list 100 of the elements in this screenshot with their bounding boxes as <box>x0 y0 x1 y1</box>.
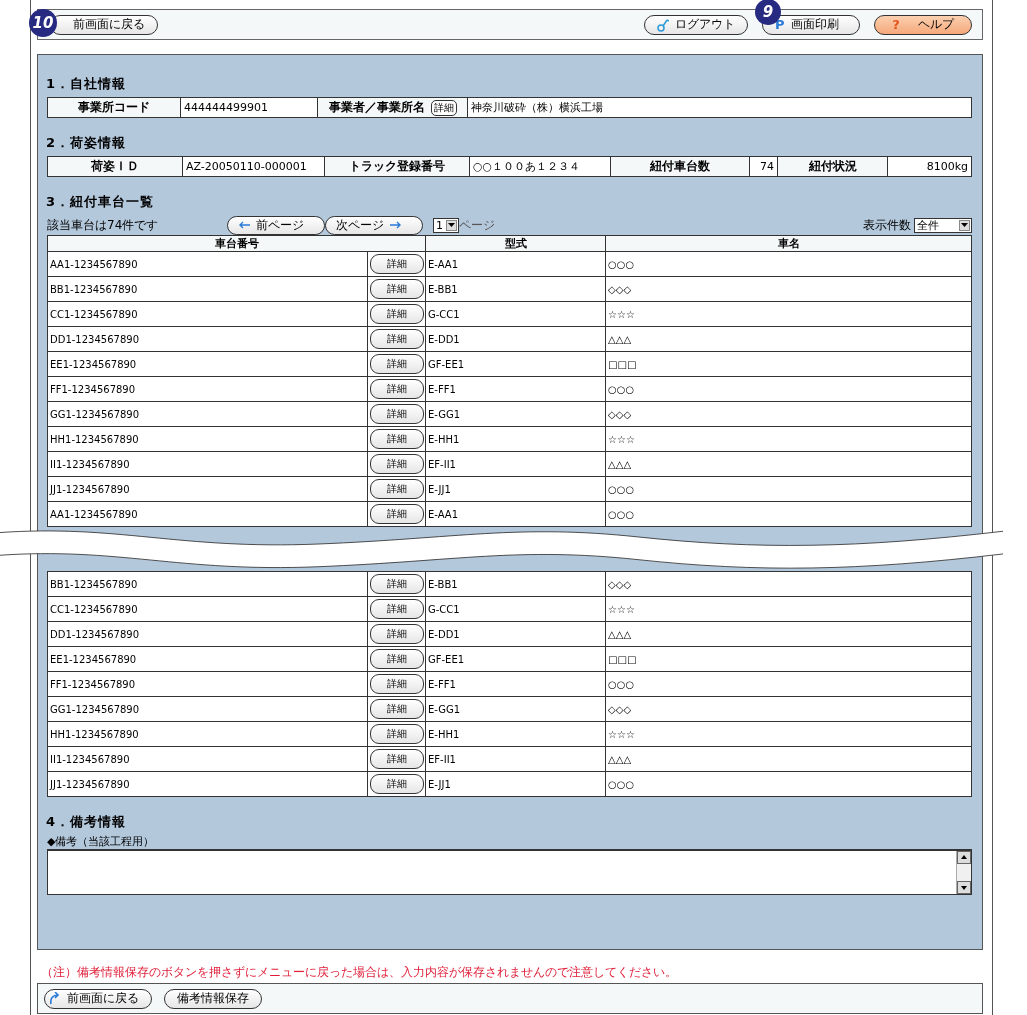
table-cell: E-GG1 <box>425 696 606 722</box>
back-button[interactable]: 前画面に戻る <box>44 988 152 1009</box>
dropdown-arrow-icon <box>961 223 968 227</box>
logout-button[interactable]: ログアウト <box>644 14 748 35</box>
detail-button[interactable]: 詳細 <box>369 504 424 524</box>
table-cell: JJ1-1234567890 <box>47 771 368 797</box>
table-cell: CC1-1234567890 <box>47 596 368 622</box>
table-cell: E-DD1 <box>425 621 606 647</box>
detail-button[interactable]: 詳細 <box>369 624 424 644</box>
arrow-left-icon <box>238 221 250 229</box>
detail-button[interactable]: 詳細 <box>369 599 424 619</box>
table-cell: GF-EE1 <box>425 351 606 377</box>
callout-badge: 10 <box>29 9 57 37</box>
detail-button[interactable]: 詳細 <box>369 429 424 449</box>
detail-button[interactable]: 詳細 <box>369 304 424 324</box>
table-cell: E-FF1 <box>425 376 606 402</box>
detail-button[interactable]: 詳細 <box>369 329 424 349</box>
save-remarks-button[interactable]: 備考情報保存 <box>164 988 262 1009</box>
table-cell: ◇◇◇ <box>605 401 972 427</box>
column-header: 型式 <box>425 235 606 252</box>
help-icon: ? <box>892 17 900 32</box>
help-button[interactable]: ? ヘルプ <box>874 14 972 35</box>
field-value: 74 <box>750 157 777 176</box>
detail-button[interactable]: 詳細 <box>369 279 424 299</box>
field-label: ◆備考（当該工程用） <box>47 834 156 849</box>
field-label: 紐付状況 <box>778 157 887 176</box>
detail-button[interactable]: 詳細 <box>369 724 424 744</box>
key-icon <box>657 17 669 32</box>
table-cell: E-DD1 <box>425 326 606 352</box>
table-cell: EF-II1 <box>425 746 606 772</box>
field-label: 荷姿ＩＤ <box>48 157 182 176</box>
field-value: 8100kg <box>888 157 971 176</box>
table-cell: E-BB1 <box>425 276 606 302</box>
table-cell: ○○○ <box>605 771 972 797</box>
table-cell: □□□ <box>605 646 972 672</box>
table-cell: CC1-1234567890 <box>47 301 368 327</box>
table-cell: AA1-1234567890 <box>47 501 368 527</box>
detail-button[interactable]: 詳細 <box>369 379 424 399</box>
table-cell: ○○○ <box>605 476 972 502</box>
table-cell: ☆☆☆ <box>605 721 972 747</box>
table-cell: II1-1234567890 <box>47 746 368 772</box>
table-cell: GF-EE1 <box>425 646 606 672</box>
table-cell: DD1-1234567890 <box>47 326 368 352</box>
table-cell: E-HH1 <box>425 721 606 747</box>
page-select[interactable]: 1 <box>433 217 459 233</box>
field-value: ○○１００あ１２３４ <box>470 157 610 176</box>
field-label: 事業所コード <box>48 98 180 117</box>
field-value: AZ-20050110-000001 <box>183 157 324 176</box>
table-cell: AA1-1234567890 <box>47 251 368 277</box>
prev-page-button[interactable]: 前ページ <box>227 215 325 235</box>
detail-button[interactable]: 詳細 <box>369 354 424 374</box>
field-label: 事業者／事業所名 <box>328 99 425 116</box>
warning-note: （注）備考情報保存のボタンを押さずにメニューに戻った場合は、入力内容が保存されませんので注意してください。 <box>41 964 678 981</box>
detail-button[interactable]: 詳細 <box>369 404 424 424</box>
detail-button[interactable]: 詳細 <box>369 674 424 694</box>
detail-button[interactable]: 詳細 <box>369 649 424 669</box>
section-title: 4．備考情報 <box>46 813 128 831</box>
detail-button[interactable]: 詳細 <box>369 254 424 274</box>
table-cell: E-JJ1 <box>425 476 606 502</box>
detail-button[interactable]: 詳細 <box>369 574 424 594</box>
table-cell: ○○○ <box>605 671 972 697</box>
remarks-textarea[interactable] <box>47 849 972 895</box>
table-cell: G-CC1 <box>425 596 606 622</box>
return-arrow-icon <box>49 992 61 1005</box>
detail-button[interactable]: 詳細 <box>369 454 424 474</box>
table-cell: FF1-1234567890 <box>47 376 368 402</box>
table-cell: ◇◇◇ <box>605 276 972 302</box>
table-cell: HH1-1234567890 <box>47 721 368 747</box>
column-header: 車台番号 <box>47 235 426 252</box>
per-page-select[interactable]: 全件 <box>914 217 972 233</box>
result-count: 該当車台は74件です <box>47 216 160 234</box>
table-cell: □□□ <box>605 351 972 377</box>
table-cell: ☆☆☆ <box>605 426 972 452</box>
section-title: 1．自社情報 <box>46 75 128 93</box>
scrollbar[interactable] <box>956 851 971 894</box>
table-cell: E-AA1 <box>425 251 606 277</box>
detail-button[interactable]: 詳細 <box>369 699 424 719</box>
table-cell: △△△ <box>605 746 972 772</box>
detail-button[interactable]: 詳細 <box>430 99 457 116</box>
table-cell: ☆☆☆ <box>605 301 972 327</box>
section-title: 3．紐付車台一覧 <box>46 193 156 211</box>
table-cell: EF-II1 <box>425 451 606 477</box>
scroll-down-icon[interactable] <box>957 881 971 894</box>
field-label: 紐付車台数 <box>611 157 749 176</box>
table-cell: ◇◇◇ <box>605 696 972 722</box>
per-page-label: 表示件数 <box>863 216 911 234</box>
detail-button[interactable]: 詳細 <box>369 749 424 769</box>
table-cell: EE1-1234567890 <box>47 351 368 377</box>
table-cell: ☆☆☆ <box>605 596 972 622</box>
table-cell: ◇◇◇ <box>605 571 972 597</box>
table-cell: ○○○ <box>605 501 972 527</box>
scroll-up-icon[interactable] <box>957 851 971 864</box>
table-cell: FF1-1234567890 <box>47 671 368 697</box>
table-cell: △△△ <box>605 326 972 352</box>
table-cell: GG1-1234567890 <box>47 401 368 427</box>
table-cell: △△△ <box>605 621 972 647</box>
table-cell: ○○○ <box>605 251 972 277</box>
detail-button[interactable]: 詳細 <box>369 479 424 499</box>
detail-button[interactable]: 詳細 <box>369 774 424 794</box>
next-page-button[interactable]: 次ページ <box>325 215 423 235</box>
